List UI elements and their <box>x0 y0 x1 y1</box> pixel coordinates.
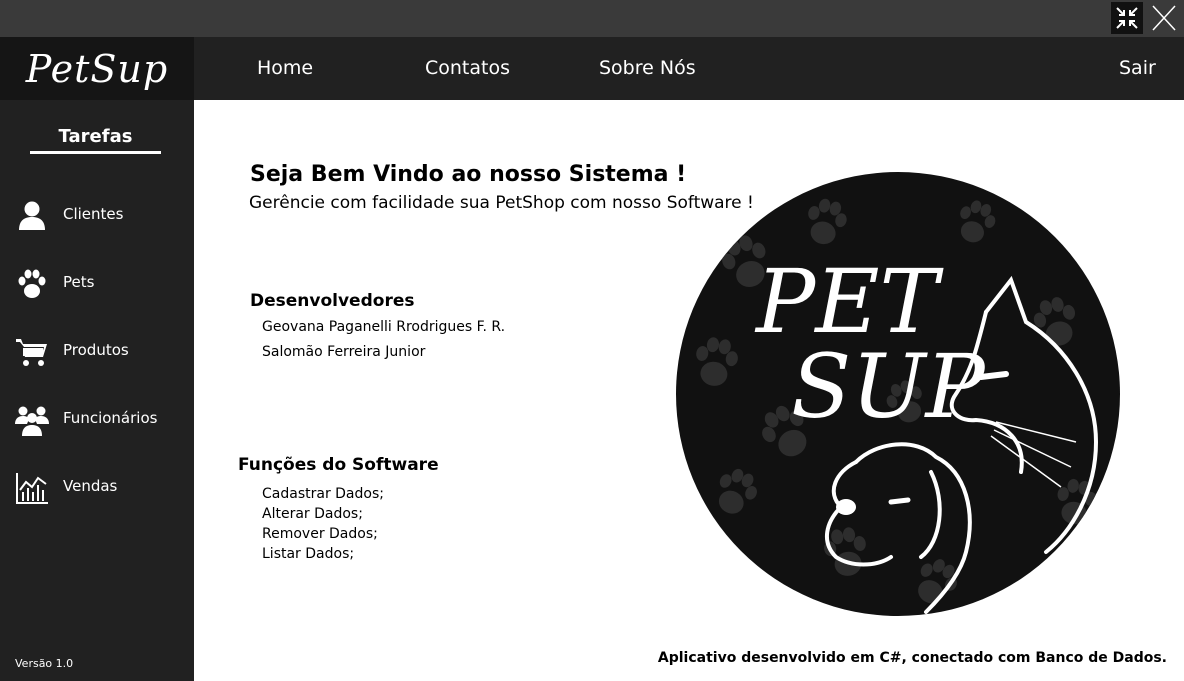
paw-icon <box>18 269 46 298</box>
restore-window-button[interactable] <box>1111 2 1143 34</box>
nav-home[interactable]: Home <box>257 57 313 79</box>
sidebar-item-produtos[interactable]: Produtos <box>0 326 194 376</box>
main-content: Seja Bem Vindo ao nosso Sistema ! Gerênc… <box>194 100 1184 681</box>
functions-title: Funções do Software <box>238 455 439 475</box>
function-item: Alterar Dados; <box>262 506 363 522</box>
logo-text-sup: SUP <box>791 335 986 438</box>
logout-button[interactable]: Sair <box>1119 57 1156 79</box>
page-title: Seja Bem Vindo ao nosso Sistema ! <box>250 162 687 187</box>
function-item: Remover Dados; <box>262 526 378 542</box>
close-x-icon <box>1152 5 1176 31</box>
brand-name: PetSup <box>25 46 169 91</box>
nav-contatos[interactable]: Contatos <box>425 57 510 79</box>
sidebar-heading: Tarefas <box>30 126 161 154</box>
sidebar-item-label: Produtos <box>63 341 129 359</box>
developer-name: Salomão Ferreira Junior <box>262 344 426 360</box>
developer-name: Geovana Paganelli Rrodrigues F. R. <box>262 319 506 335</box>
version-label: Versão 1.0 <box>15 657 74 670</box>
sidebar-item-label: Pets <box>63 273 95 291</box>
developers-title: Desenvolvedores <box>250 291 415 311</box>
sidebar-item-label: Funcionários <box>63 409 158 427</box>
petsup-logo-image: PET SUP <box>676 172 1120 616</box>
chart-icon <box>16 473 48 504</box>
sidebar-item-clientes[interactable]: Clientes <box>0 190 194 240</box>
sidebar-item-vendas[interactable]: Vendas <box>0 462 194 512</box>
footer-note: Aplicativo desenvolvido em C#, conectado… <box>657 650 1167 666</box>
sidebar-item-label: Clientes <box>63 205 124 223</box>
brand-logo: PetSup <box>0 37 194 100</box>
nav-sobre-nos[interactable]: Sobre Nós <box>599 57 696 79</box>
close-window-button[interactable] <box>1148 2 1180 34</box>
sidebar: Tarefas Clientes Pets Produtos Funcionár… <box>0 100 194 681</box>
person-icon <box>19 201 45 230</box>
compress-arrows-icon <box>1116 7 1138 29</box>
cart-icon <box>16 339 47 366</box>
sidebar-item-pets[interactable]: Pets <box>0 258 194 308</box>
top-navigation: Home Contatos Sobre Nós Sair <box>194 37 1184 100</box>
group-icon <box>15 406 49 436</box>
function-item: Listar Dados; <box>262 546 355 562</box>
function-item: Cadastrar Dados; <box>262 486 384 502</box>
title-bar <box>0 0 1184 37</box>
sidebar-item-funcionarios[interactable]: Funcionários <box>0 394 194 444</box>
sidebar-item-label: Vendas <box>63 477 118 495</box>
